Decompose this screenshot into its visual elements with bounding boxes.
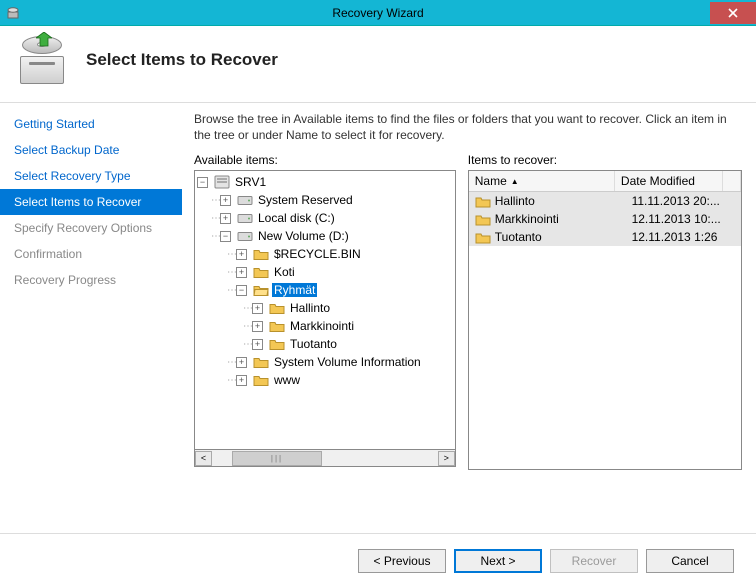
scroll-thumb[interactable]: |||: [232, 451, 322, 466]
wizard-header: Select Items to Recover: [0, 26, 756, 103]
expand-icon[interactable]: +: [236, 267, 247, 278]
list-item[interactable]: Markkinointi 12.11.2013 10:...: [469, 210, 741, 228]
titlebar: Recovery Wizard: [0, 0, 756, 26]
expand-icon[interactable]: +: [236, 249, 247, 260]
close-icon: [728, 8, 738, 18]
tree-node-recycle-bin[interactable]: ⋯+ $RECYCLE.BIN: [195, 245, 455, 263]
steps-sidebar: Getting Started Select Backup Date Selec…: [0, 103, 182, 533]
wizard-footer: < Previous Next > Recover Cancel: [0, 533, 756, 587]
folder-icon: [475, 213, 491, 226]
collapse-icon[interactable]: −: [236, 285, 247, 296]
window-icon: [0, 6, 26, 20]
expand-icon[interactable]: +: [220, 195, 231, 206]
folder-icon: [269, 337, 285, 351]
recover-button: Recover: [550, 549, 638, 573]
tree-node-koti[interactable]: ⋯+ Koti: [195, 263, 455, 281]
recovery-icon: [18, 36, 66, 84]
tree-node-system-reserved[interactable]: ⋯+ System Reserved: [195, 191, 455, 209]
tree-node-ryhmat[interactable]: ⋯− Ryhmät: [195, 281, 455, 299]
next-button[interactable]: Next >: [454, 549, 542, 573]
tree-node-local-disk-c[interactable]: ⋯+ Local disk (C:): [195, 209, 455, 227]
column-header-spacer: [723, 171, 741, 191]
close-button[interactable]: [710, 2, 756, 24]
folder-icon: [475, 195, 491, 208]
available-items-label: Available items:: [194, 153, 456, 167]
step-select-backup-date[interactable]: Select Backup Date: [0, 137, 182, 163]
tree-horizontal-scrollbar[interactable]: < ||| >: [194, 450, 456, 467]
step-select-recovery-type[interactable]: Select Recovery Type: [0, 163, 182, 189]
page-title: Select Items to Recover: [86, 50, 278, 70]
folder-icon: [253, 265, 269, 279]
tree-node-tuotanto[interactable]: ⋯+ Tuotanto: [195, 335, 455, 353]
server-icon: [214, 175, 230, 189]
step-recovery-progress: Recovery Progress: [0, 267, 182, 293]
tree-node-markkinointi[interactable]: ⋯+ Markkinointi: [195, 317, 455, 335]
drive-icon: [237, 211, 253, 225]
step-getting-started[interactable]: Getting Started: [0, 111, 182, 137]
step-specify-options: Specify Recovery Options: [0, 215, 182, 241]
sort-ascending-icon: ▲: [511, 177, 519, 186]
expand-icon[interactable]: +: [252, 303, 263, 314]
expand-icon[interactable]: +: [252, 339, 263, 350]
list-item[interactable]: Tuotanto 12.11.2013 1:26: [469, 228, 741, 246]
folder-icon: [269, 301, 285, 315]
items-to-recover-label: Items to recover:: [468, 153, 742, 167]
step-confirmation: Confirmation: [0, 241, 182, 267]
folder-icon: [475, 231, 491, 244]
column-header-name[interactable]: Name ▲: [469, 171, 615, 191]
cancel-button[interactable]: Cancel: [646, 549, 734, 573]
collapse-icon[interactable]: −: [220, 231, 231, 242]
previous-button[interactable]: < Previous: [358, 549, 446, 573]
items-to-recover-list[interactable]: Name ▲ Date Modified Hallinto 11.11.2: [468, 170, 742, 470]
tree-node-srv1[interactable]: − SRV1: [195, 173, 455, 191]
expand-icon[interactable]: +: [220, 213, 231, 224]
folder-icon: [269, 319, 285, 333]
folder-icon: [253, 373, 269, 387]
folder-icon: [253, 355, 269, 369]
tree-node-new-volume-d[interactable]: ⋯− New Volume (D:): [195, 227, 455, 245]
tree-node-hallinto[interactable]: ⋯+ Hallinto: [195, 299, 455, 317]
step-select-items[interactable]: Select Items to Recover: [0, 189, 182, 215]
drive-icon: [237, 229, 253, 243]
column-header-date[interactable]: Date Modified: [615, 171, 723, 191]
expand-icon[interactable]: +: [236, 357, 247, 368]
drive-icon: [237, 193, 253, 207]
folder-icon: [253, 247, 269, 261]
expand-icon[interactable]: +: [252, 321, 263, 332]
window-title: Recovery Wizard: [0, 6, 756, 20]
available-items-tree[interactable]: − SRV1 ⋯+ System Reserved ⋯+ Loca: [194, 170, 456, 450]
instructions-text: Browse the tree in Available items to fi…: [194, 111, 742, 143]
collapse-icon[interactable]: −: [197, 177, 208, 188]
tree-node-svi[interactable]: ⋯+ System Volume Information: [195, 353, 455, 371]
scroll-left-button[interactable]: <: [195, 451, 212, 466]
list-header[interactable]: Name ▲ Date Modified: [469, 171, 741, 192]
scroll-right-button[interactable]: >: [438, 451, 455, 466]
tree-node-www[interactable]: ⋯+ www: [195, 371, 455, 389]
expand-icon[interactable]: +: [236, 375, 247, 386]
list-item[interactable]: Hallinto 11.11.2013 20:...: [469, 192, 741, 210]
folder-open-icon: [253, 283, 269, 297]
